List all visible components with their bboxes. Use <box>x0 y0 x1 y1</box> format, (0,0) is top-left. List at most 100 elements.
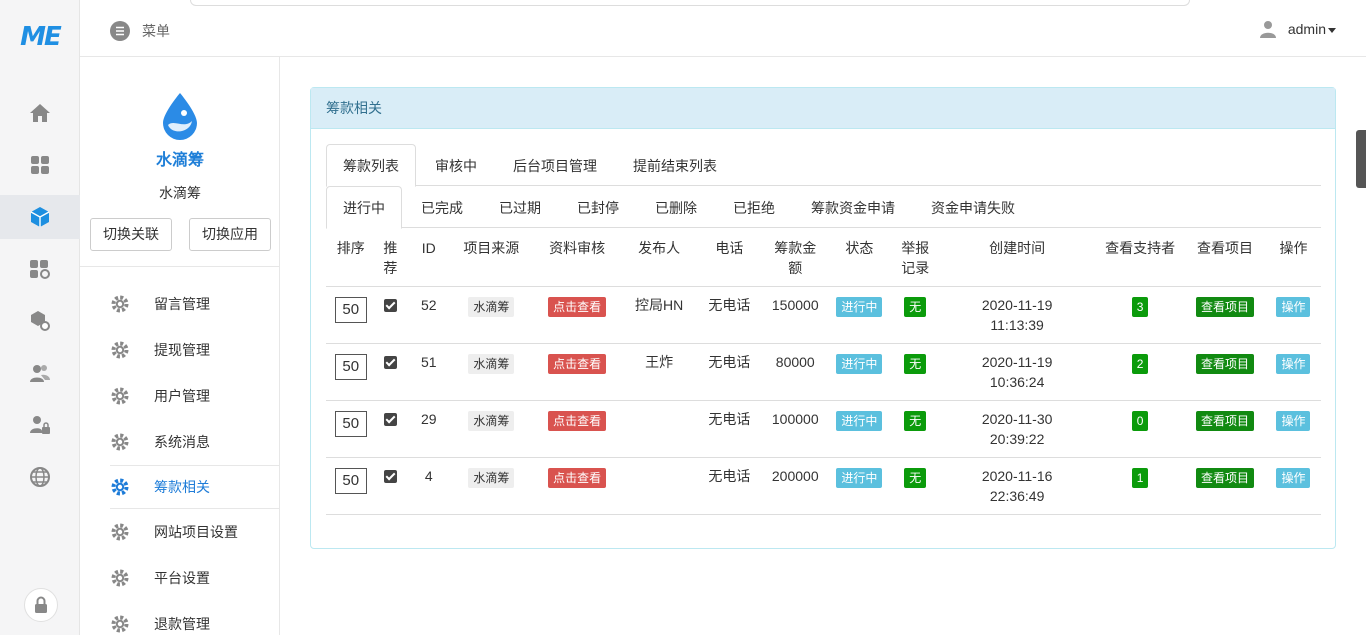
recommend-checkbox[interactable] <box>383 413 397 426</box>
sidebar-item-label: 筹款相关 <box>154 479 210 495</box>
cell-amount: 200000 <box>764 457 827 515</box>
rail-home[interactable] <box>0 91 80 135</box>
lock-screen-button[interactable] <box>24 588 58 622</box>
tab-fund-application-failed[interactable]: 资金申请失败 <box>914 186 1032 228</box>
col-review: 资料审核 <box>530 230 624 287</box>
sidebar-item-refunds[interactable]: 退款管理 <box>110 602 279 635</box>
sidebar-item-users[interactable]: 用户管理 <box>110 374 279 418</box>
sort-input[interactable]: 50 <box>334 411 367 437</box>
cell-publisher <box>623 400 695 458</box>
browser-url-strip <box>190 0 1190 6</box>
tab-fundraising-list[interactable]: 筹款列表 <box>326 144 416 187</box>
supporters-badge[interactable]: 1 <box>1131 468 1149 488</box>
supporters-badge[interactable]: 2 <box>1131 354 1149 374</box>
view-project-button[interactable]: 查看项目 <box>1195 354 1254 374</box>
sidebar-item-fundraising[interactable]: 筹款相关 <box>110 465 279 509</box>
col-source: 项目来源 <box>452 230 531 287</box>
col-phone: 电话 <box>694 230 765 287</box>
tab-in-progress[interactable]: 进行中 <box>326 186 402 229</box>
recommend-checkbox[interactable] <box>383 470 397 483</box>
view-project-button[interactable]: 查看项目 <box>1195 468 1254 488</box>
tab-completed[interactable]: 已完成 <box>404 186 480 228</box>
switch-link-button[interactable]: 切换关联 <box>90 218 172 251</box>
user-icon <box>1259 21 1276 38</box>
water-drop-logo <box>163 93 197 140</box>
rail-modules[interactable] <box>0 195 80 239</box>
status-badge: 进行中 <box>836 468 883 488</box>
sidebar-item-site-project-settings[interactable]: 网站项目设置 <box>110 510 279 554</box>
rail-site[interactable] <box>0 455 80 499</box>
sidebar-item-label: 退款管理 <box>154 616 210 632</box>
sidebar-item-messages[interactable]: 留言管理 <box>110 282 279 326</box>
sidebar-item-system-messages[interactable]: 系统消息 <box>110 420 279 464</box>
grid-icon <box>31 156 49 174</box>
review-button[interactable]: 点击查看 <box>548 411 607 431</box>
page-scrollbar-thumb[interactable] <box>1356 130 1366 188</box>
brand-logo-text: 水滴筹 <box>155 152 204 169</box>
sort-input[interactable]: 50 <box>334 297 367 323</box>
user-menu[interactable]: admin <box>1259 20 1336 38</box>
sidebar-item-withdraw[interactable]: 提现管理 <box>110 328 279 372</box>
status-badge: 进行中 <box>836 354 883 374</box>
tab-early-ended[interactable]: 提前结束列表 <box>616 144 734 186</box>
rail-app-settings[interactable] <box>0 247 80 291</box>
action-button[interactable]: 操作 <box>1276 411 1311 431</box>
col-recommend: 推荐 <box>375 230 406 287</box>
tab-rejected[interactable]: 已拒绝 <box>716 186 792 228</box>
tab-backend-projects[interactable]: 后台项目管理 <box>496 144 614 186</box>
cube-icon <box>30 207 50 227</box>
tab-deleted[interactable]: 已删除 <box>638 186 714 228</box>
gear-icon <box>111 615 129 633</box>
report-badge[interactable]: 无 <box>904 297 927 317</box>
sort-input[interactable]: 50 <box>334 354 367 380</box>
menu-toggle[interactable]: 菜单 <box>110 21 170 41</box>
col-amount: 筹款金额 <box>764 230 827 287</box>
cell-created: 2020-11-30 20:39:22 <box>937 400 1097 458</box>
switch-app-button[interactable]: 切换应用 <box>189 218 271 251</box>
col-view-project: 查看项目 <box>1183 230 1266 287</box>
gear-icon <box>111 387 129 405</box>
review-button[interactable]: 点击查看 <box>548 354 607 374</box>
supporters-badge[interactable]: 3 <box>1131 297 1149 317</box>
sort-input[interactable]: 50 <box>334 468 367 494</box>
recommend-checkbox[interactable] <box>383 299 397 312</box>
cell-phone: 无电话 <box>694 400 765 458</box>
report-badge[interactable]: 无 <box>904 468 927 488</box>
status-badge: 进行中 <box>836 297 883 317</box>
rail-apps[interactable] <box>0 143 80 187</box>
table-header: 排序 推荐 ID 项目来源 资料审核 发布人 电话 筹款金额 状态 举报记录 创… <box>326 230 1321 287</box>
recommend-checkbox[interactable] <box>383 356 397 369</box>
review-button[interactable]: 点击查看 <box>548 468 607 488</box>
sidebar-item-platform-settings[interactable]: 平台设置 <box>110 556 279 600</box>
top-bar: 菜单 admin <box>80 0 1366 57</box>
app-logo[interactable]: ME <box>0 22 80 62</box>
status-tabs: 进行中 已完成 已过期 已封停 已删除 已拒绝 筹款资金申请 资金申请失败 <box>326 186 1321 229</box>
tab-under-review[interactable]: 审核中 <box>418 144 494 186</box>
gear-icon <box>111 523 129 541</box>
report-badge[interactable]: 无 <box>904 411 927 431</box>
tab-suspended[interactable]: 已封停 <box>560 186 636 228</box>
sidebar-item-label: 平台设置 <box>154 570 210 586</box>
report-badge[interactable]: 无 <box>904 354 927 374</box>
rail-users[interactable] <box>0 351 80 395</box>
rail-user-permissions[interactable] <box>0 403 80 447</box>
tab-fund-applications[interactable]: 筹款资金申请 <box>794 186 912 228</box>
grid-gear-icon <box>30 260 50 279</box>
action-button[interactable]: 操作 <box>1276 354 1311 374</box>
view-project-button[interactable]: 查看项目 <box>1195 297 1254 317</box>
source-badge: 水滴筹 <box>468 354 515 374</box>
col-status: 状态 <box>826 230 893 287</box>
supporters-badge[interactable]: 0 <box>1131 411 1149 431</box>
action-button[interactable]: 操作 <box>1276 297 1311 317</box>
tab-expired[interactable]: 已过期 <box>482 186 558 228</box>
rail-module-settings[interactable] <box>0 299 80 343</box>
gear-icon <box>111 341 129 359</box>
gear-icon <box>111 569 129 587</box>
cell-id: 51 <box>405 343 453 401</box>
table-row: 50 52 水滴筹 点击查看 控局HN 无电话 150000 进行中 无 202… <box>326 286 1321 344</box>
view-project-button[interactable]: 查看项目 <box>1195 411 1254 431</box>
action-button[interactable]: 操作 <box>1276 468 1311 488</box>
cell-publisher <box>623 457 695 515</box>
cell-id: 4 <box>405 457 453 515</box>
review-button[interactable]: 点击查看 <box>548 297 607 317</box>
